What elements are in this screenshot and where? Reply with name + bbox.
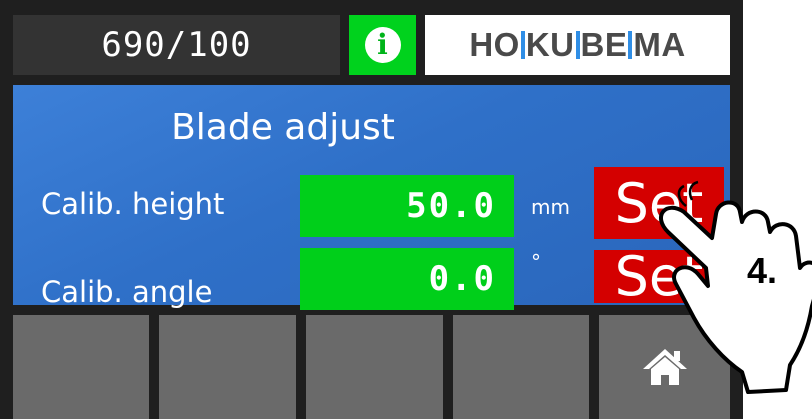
footer-button-1[interactable] bbox=[13, 315, 149, 419]
step-label: 4. bbox=[747, 250, 778, 291]
set-angle-button[interactable]: Set bbox=[594, 250, 724, 303]
info-icon: i bbox=[364, 27, 401, 63]
calib-height-value[interactable]: 50.0 bbox=[300, 175, 514, 237]
logo-text: HO KU BE MA bbox=[469, 26, 686, 63]
counter-text: 690/100 bbox=[101, 25, 252, 65]
set-height-button[interactable]: Set bbox=[594, 167, 724, 239]
footer-button-4[interactable] bbox=[453, 315, 589, 419]
hokubema-logo: HO KU BE MA bbox=[425, 15, 730, 75]
calib-angle-value[interactable]: 0.0 bbox=[300, 248, 514, 310]
counter-display: 690/100 bbox=[13, 15, 340, 75]
set-height-label: Set bbox=[614, 171, 704, 235]
home-icon bbox=[642, 349, 687, 385]
footer-button-3[interactable] bbox=[306, 315, 443, 419]
hmi-screen: 690/100 i HO KU BE MA Blade adjust Calib. h… bbox=[0, 0, 743, 419]
info-button[interactable]: i bbox=[349, 15, 416, 75]
set-angle-label: Set bbox=[614, 250, 704, 303]
page-title: Blade adjust bbox=[171, 107, 395, 148]
footer-button-2[interactable] bbox=[159, 315, 296, 419]
calib-height-unit: mm bbox=[531, 195, 570, 219]
calib-angle-label: Calib. angle bbox=[41, 275, 213, 309]
calib-angle-unit: ° bbox=[531, 250, 541, 274]
calib-height-label: Calib. height bbox=[41, 187, 225, 221]
home-button[interactable] bbox=[599, 315, 730, 419]
